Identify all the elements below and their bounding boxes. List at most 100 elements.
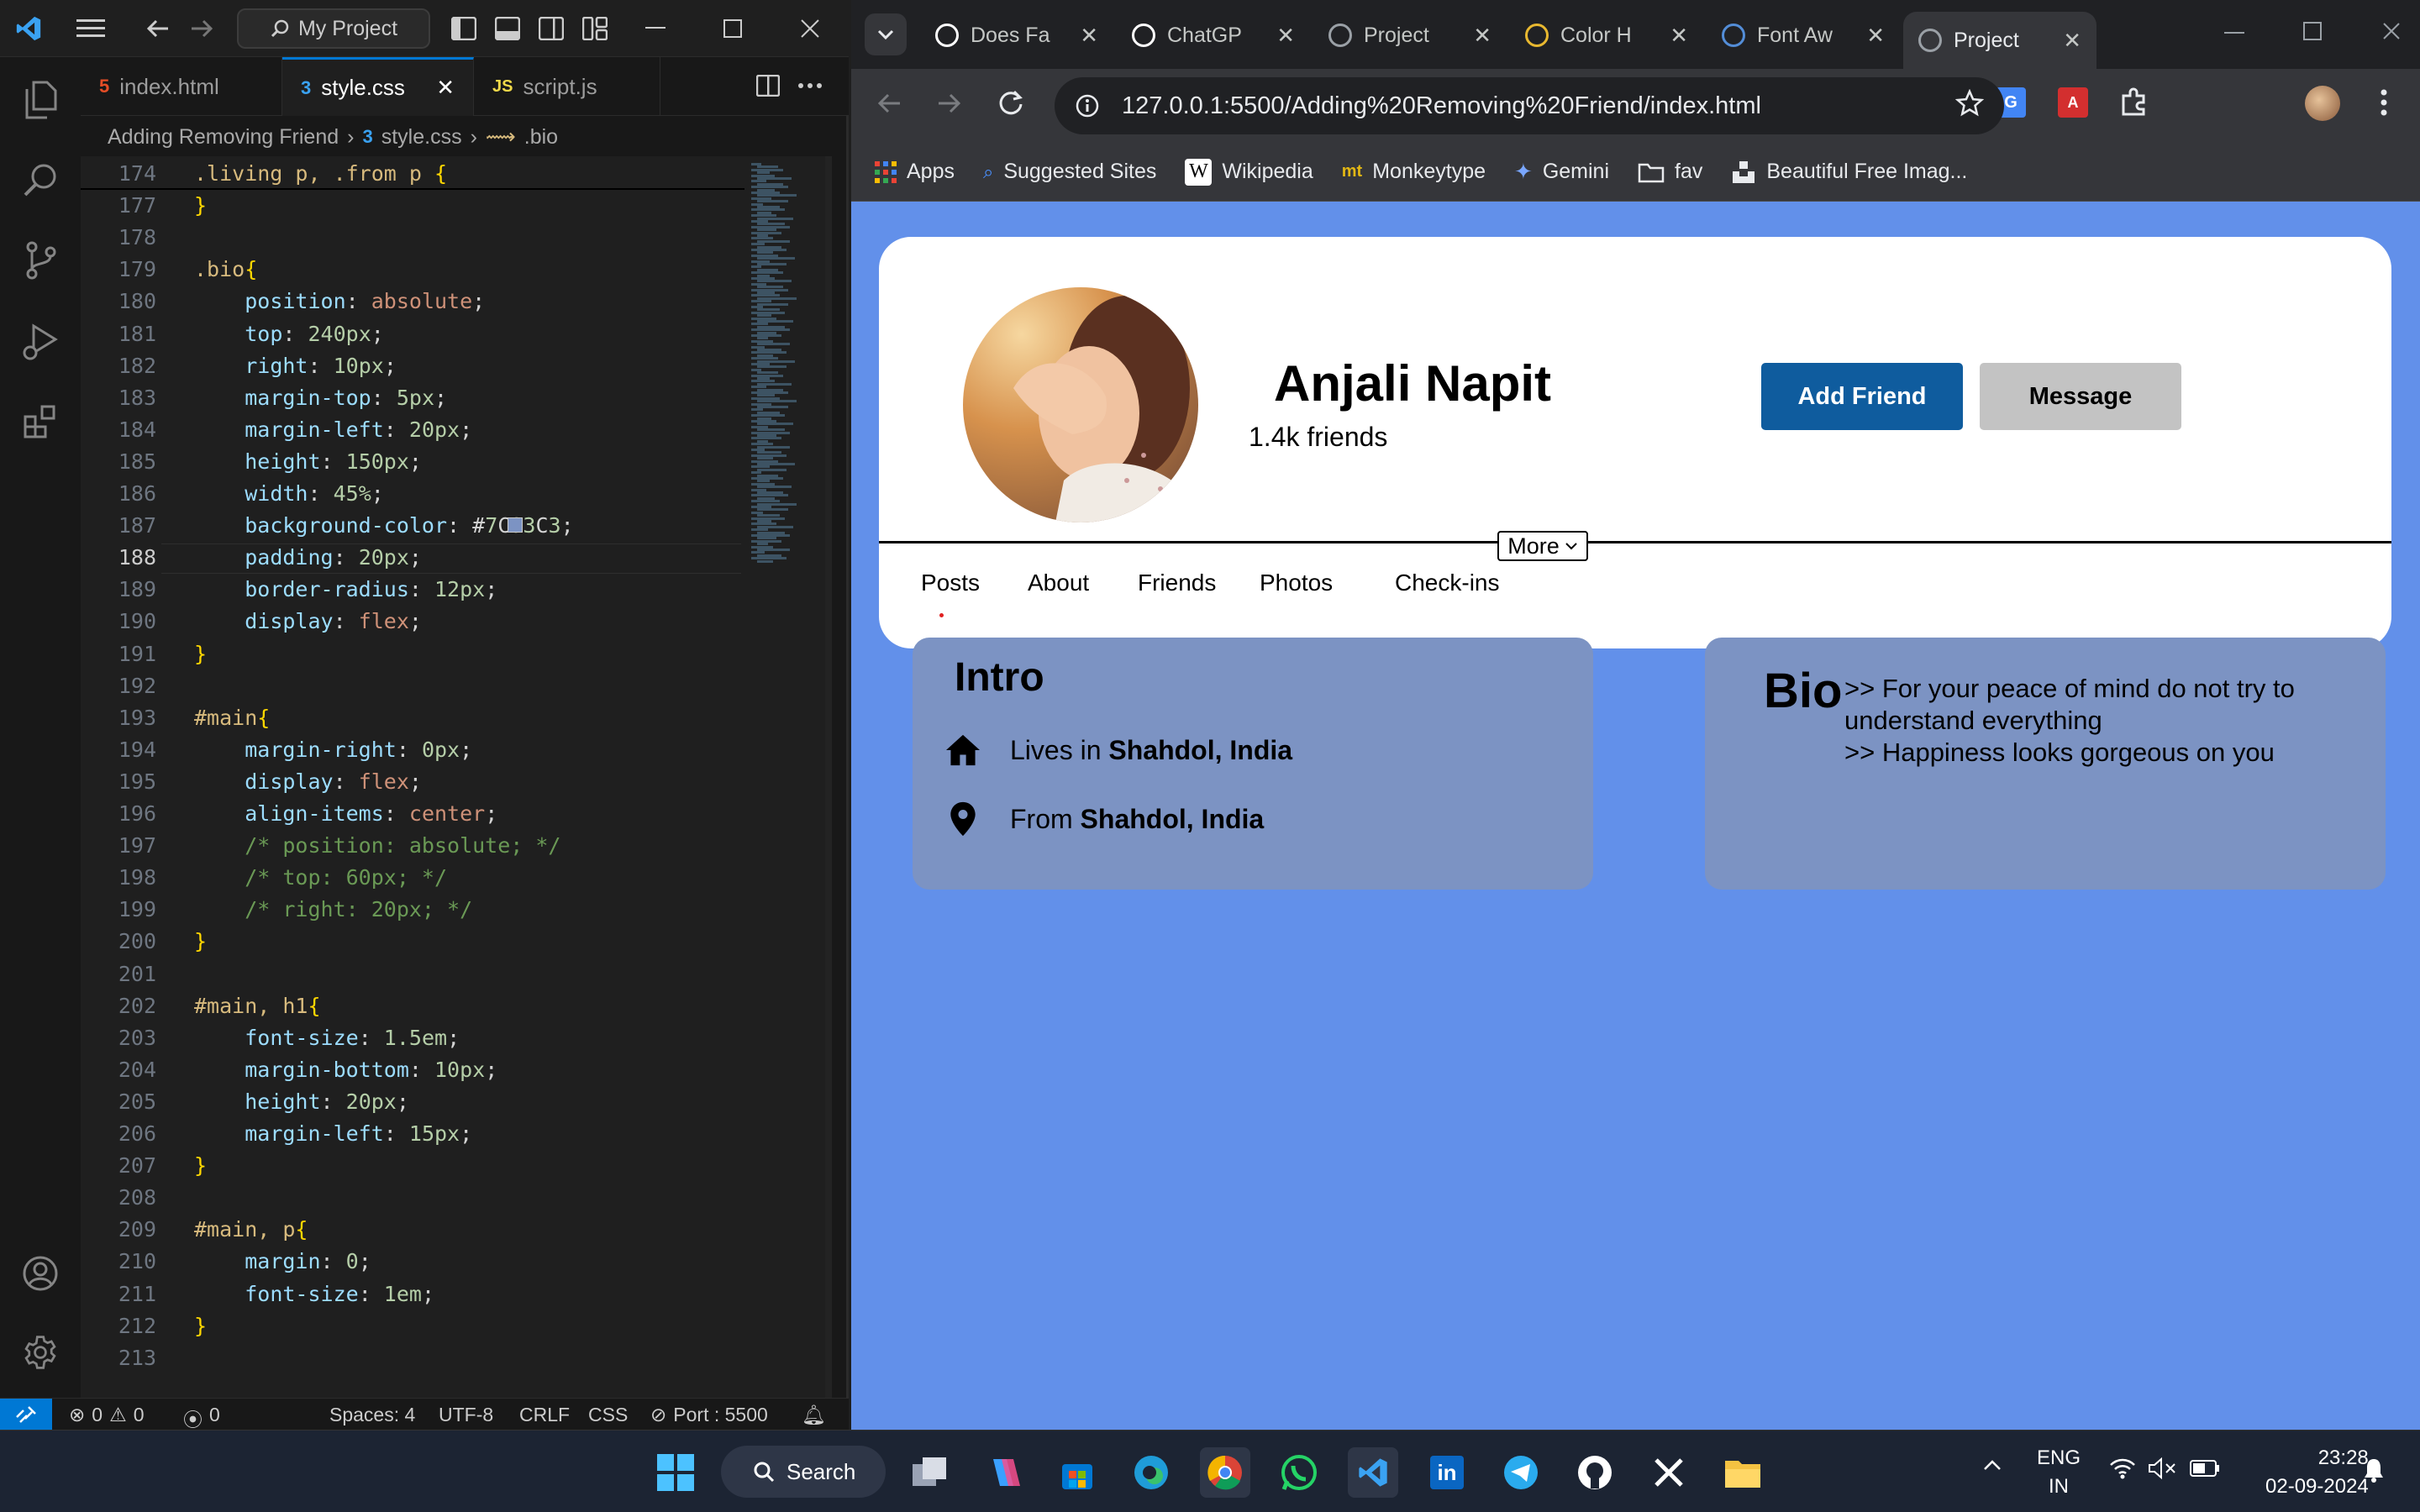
code-line[interactable]: height: 20px; [194,1089,409,1114]
system-clock[interactable]: 23:28 02-09-2024 [2265,1444,2369,1501]
code-line[interactable]: margin-right: 0px; [194,738,472,762]
vscode-taskbar-icon[interactable] [1348,1447,1398,1498]
nav-photos[interactable]: Photos [1260,570,1333,596]
code-line[interactable]: display: flex; [194,769,422,794]
bookmark-beautiful-free-images[interactable]: Beautiful Free Imag... [1731,160,1967,185]
telegram-icon[interactable] [1496,1447,1546,1498]
code-line[interactable]: /* top: 60px; */ [194,865,447,890]
language-status[interactable]: CSS [588,1404,628,1426]
tab-close-icon[interactable]: ✕ [1866,23,1885,49]
browser-tab[interactable]: ChatGP ✕ [1117,12,1310,59]
code-line[interactable]: .bio{ [194,257,257,281]
task-view-icon[interactable] [904,1447,955,1498]
more-dropdown[interactable]: More [1497,531,1588,561]
code-line[interactable]: #main, h1{ [194,994,321,1018]
code-line[interactable]: border-radius: 12px; [194,577,497,601]
notifications-bell-icon[interactable] [2363,1457,2385,1483]
bookmark-monkeytype[interactable]: mt Monkeytype [1342,160,1486,184]
code-line[interactable]: /* position: absolute; */ [194,833,560,858]
color-swatch[interactable] [508,517,523,533]
source-control-icon[interactable] [15,235,66,286]
add-friend-button[interactable]: Add Friend [1761,363,1963,430]
tab-script-js[interactable]: JS script.js [474,57,660,116]
encoding-status[interactable]: UTF-8 [439,1404,493,1426]
tab-index-html[interactable]: 5 index.html [81,57,282,116]
profile-avatar-image[interactable] [963,287,1198,522]
tab-close-icon[interactable]: ✕ [1670,23,1688,49]
reload-icon[interactable] [997,89,1024,116]
code-line[interactable]: margin-bottom: 10px; [194,1058,497,1082]
command-center-search[interactable]: My Project [237,8,430,49]
code-line[interactable]: } [194,1153,207,1178]
url-text[interactable]: 127.0.0.1:5500/Adding%20Removing%20Frien… [1122,92,1761,120]
account-icon[interactable] [15,1248,66,1299]
kebab-menu-icon[interactable] [2381,89,2387,116]
browser-tab[interactable]: Project ✕ [1313,12,1507,59]
code-line[interactable]: } [194,929,207,953]
copilot-icon[interactable] [978,1447,1028,1498]
tab-close-icon[interactable]: ✕ [436,75,455,101]
more-actions-icon[interactable] [785,60,835,111]
back-arrow-icon[interactable] [876,91,902,116]
code-line[interactable]: right: 10px; [194,354,397,378]
browser-tab[interactable]: Color H ✕ [1510,12,1703,59]
toggle-panel-icon[interactable] [482,3,533,54]
friends-count[interactable]: 1.4k friends [1249,422,1387,453]
bookmark-folder-fav[interactable]: fav [1638,160,1702,184]
site-info-icon[interactable] [1075,93,1100,118]
code-editor[interactable]: 174 .living p, .from p {177} 178 179 .bio{18… [81,156,748,1398]
breadcrumb-folder[interactable]: Adding Removing Friend [108,125,339,150]
back-arrow-icon[interactable] [133,3,183,54]
tab-close-icon[interactable]: ✕ [1080,23,1098,49]
code-line[interactable]: margin: 0; [194,1249,371,1273]
x-twitter-icon[interactable] [1644,1447,1694,1498]
browser-tab[interactable]: Font Aw ✕ [1707,12,1900,59]
extensions-puzzle-icon[interactable] [2118,87,2149,118]
breadcrumb-symbol[interactable]: .bio [524,125,558,150]
code-line[interactable]: font-size: 1.5em; [194,1026,460,1050]
code-line[interactable]: font-size: 1em; [194,1282,434,1306]
close-icon[interactable] [785,3,835,54]
forward-arrow-icon[interactable] [937,91,962,116]
browser-tab[interactable]: Project ✕ [1903,12,2096,69]
chrome-browser-icon[interactable] [1200,1447,1250,1498]
tab-search-chevron-icon[interactable] [865,13,907,55]
input-language[interactable]: ENG IN [2037,1444,2081,1501]
taskbar-search[interactable]: Search [721,1446,886,1498]
whatsapp-icon[interactable] [1274,1447,1324,1498]
nav-posts[interactable]: Posts [921,570,980,596]
wifi-icon[interactable] [2109,1457,2136,1479]
bookmark-gemini[interactable]: ✦ Gemini [1514,159,1609,185]
search-icon[interactable] [15,155,66,205]
code-line[interactable]: /* right: 20px; */ [194,897,472,921]
close-icon[interactable] [2382,22,2401,40]
speaker-muted-icon[interactable] [2148,1457,2176,1479]
bookmark-wikipedia[interactable]: W Wikipedia [1185,158,1313,186]
live-server-status[interactable]: ⊘ Port : 5500 [650,1404,768,1426]
extensions-icon[interactable] [15,396,66,447]
eol-status[interactable]: CRLF [519,1404,570,1426]
code-line[interactable]: margin-top: 5px; [194,386,447,410]
code-line[interactable]: height: 150px; [194,449,422,474]
tab-style-css[interactable]: 3 style.css ✕ [282,57,474,116]
profile-avatar[interactable] [2305,86,2340,121]
browser-tab[interactable]: Does Fa ✕ [920,12,1113,59]
indentation-status[interactable]: Spaces: 4 [329,1404,415,1426]
menu-icon[interactable] [66,3,116,54]
code-line[interactable]: margin-left: 15px; [194,1121,472,1146]
nav-about[interactable]: About [1028,570,1089,596]
nav-friends[interactable]: Friends [1138,570,1216,596]
bookmark-suggested-sites[interactable]: ⌕ Suggested Sites [983,160,1156,184]
code-line[interactable]: } [194,193,207,218]
customize-layout-icon[interactable] [570,3,620,54]
remote-indicator[interactable] [0,1399,52,1431]
github-icon[interactable] [1570,1447,1620,1498]
problems-indicator[interactable]: ⊗ 0 ⚠ 0 [69,1404,145,1426]
show-hidden-icons-chevron[interactable] [1983,1459,2002,1471]
code-line[interactable]: width: 45%; [194,481,384,506]
toggle-sidebar-icon[interactable] [439,3,489,54]
code-line[interactable]: margin-left: 20px; [194,417,472,442]
tab-close-icon[interactable]: ✕ [1276,23,1295,49]
forward-arrow-icon[interactable] [176,3,227,54]
code-line[interactable]: #main, p{ [194,1217,308,1242]
